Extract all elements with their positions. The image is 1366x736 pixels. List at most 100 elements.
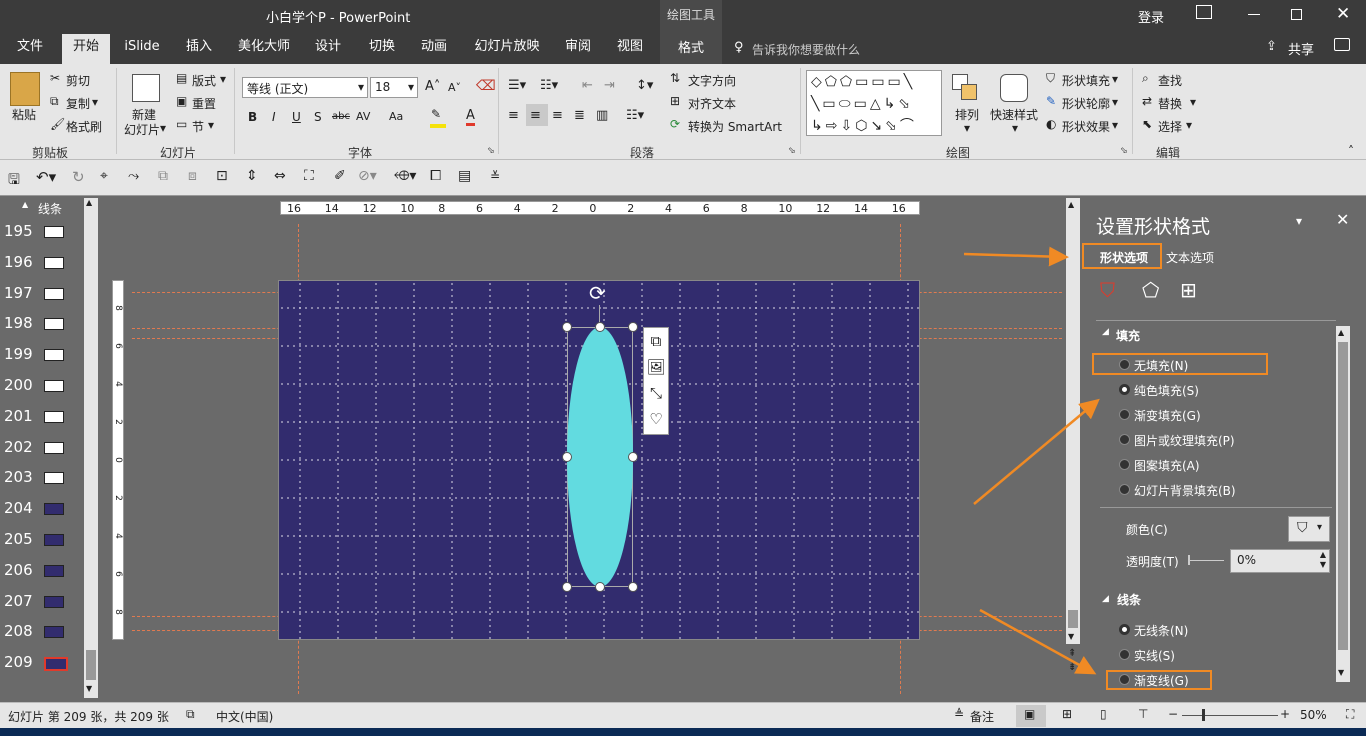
zoom-slider[interactable] xyxy=(1182,709,1278,721)
font-name-combo[interactable]: 等线 (正文) ▾ xyxy=(242,77,368,98)
cut-button[interactable]: 剪切 xyxy=(66,72,90,89)
heart-icon[interactable]: ♡ xyxy=(644,406,668,432)
tab-review[interactable]: 审阅 xyxy=(558,38,598,64)
slide-number[interactable]: 197 xyxy=(4,284,34,302)
shape-outline-qat-icon[interactable]: ⊘▾ xyxy=(358,168,377,184)
thumbnail-scrollbar[interactable]: ▲ ▼ xyxy=(84,198,98,698)
increase-indent-icon[interactable]: ⇥ xyxy=(604,78,615,93)
slide[interactable]: ⟳ ⧉ 🖼 ⤡ ♡ xyxy=(278,280,920,640)
pane-scrollbar[interactable]: ▲ ▼ xyxy=(1336,326,1350,682)
shape-effects-button[interactable]: 形状效果 xyxy=(1062,118,1110,135)
slide-thumbnail[interactable] xyxy=(44,564,64,577)
chevron-down-icon[interactable]: ▾ xyxy=(1317,522,1322,533)
login-link[interactable]: 登录 xyxy=(1138,7,1164,26)
zoom-in-icon[interactable]: + xyxy=(1280,707,1290,721)
justify-icon[interactable]: ≣ xyxy=(574,108,585,123)
slide-thumbnail[interactable] xyxy=(44,534,64,546)
section-button[interactable]: 节 xyxy=(192,118,204,135)
shadow-button[interactable]: S xyxy=(314,110,322,124)
slide-number[interactable]: 198 xyxy=(4,314,34,332)
slide-number[interactable]: 195 xyxy=(4,222,34,240)
tab-transitions[interactable]: 切换 xyxy=(362,38,402,64)
reading-view-icon[interactable]: ▯ xyxy=(1100,707,1107,721)
format-painter-icon[interactable]: ✐ xyxy=(334,168,346,184)
tab-file[interactable]: 文件 xyxy=(10,38,50,64)
underline-button[interactable]: U xyxy=(292,110,301,124)
columns-icon[interactable]: ☷▾ xyxy=(626,108,644,123)
slide-thumbnail[interactable] xyxy=(44,472,64,485)
bold-button[interactable]: B xyxy=(248,110,257,124)
distribute-icon[interactable]: ⇕ xyxy=(246,168,258,184)
tell-me-search[interactable]: 告诉我你想要做什么 xyxy=(752,41,860,58)
prev-slide-icon[interactable]: ⇞ xyxy=(1068,648,1076,659)
chevron-down-icon[interactable]: ▾ xyxy=(1012,121,1018,135)
rotate-handle-icon[interactable]: ⟳ xyxy=(589,281,606,305)
horizontal-ruler[interactable]: 16 14 12 10 8 6 4 2 0 2 4 6 8 10 12 14 16 xyxy=(280,201,920,215)
slide-thumbnail-selected[interactable] xyxy=(44,657,68,672)
qat-tool-icon[interactable]: ⌖ xyxy=(100,168,108,184)
tab-slideshow[interactable]: 幻灯片放映 xyxy=(470,38,544,64)
clear-formatting-icon[interactable]: ⌫ xyxy=(476,78,496,94)
slide-thumbnail[interactable] xyxy=(44,318,64,331)
save-icon[interactable]: 🖫 xyxy=(8,169,20,193)
scroll-down-icon[interactable]: ▼ xyxy=(1338,668,1344,677)
text-direction-button[interactable]: 文字方向 xyxy=(688,72,736,89)
language-indicator[interactable]: 中文(中国) xyxy=(216,708,273,725)
spellcheck-icon[interactable]: ⧉ xyxy=(186,707,195,722)
transparency-input[interactable]: 0% ▲ ▼ xyxy=(1230,549,1330,573)
undo-icon[interactable]: ↶▾ xyxy=(36,168,56,186)
slide-number[interactable]: 199 xyxy=(4,345,34,363)
slide-number[interactable]: 207 xyxy=(4,592,34,610)
crop-icon[interactable]: ⧠ xyxy=(430,168,441,184)
notes-button[interactable]: 备注 xyxy=(970,708,994,725)
new-slide-label-2[interactable]: 幻灯片 xyxy=(124,121,160,138)
slide-thumbnail[interactable] xyxy=(44,410,64,423)
scroll-up-icon[interactable]: ▲ xyxy=(86,198,92,207)
font-size-combo[interactable]: 18 ▾ xyxy=(370,77,418,98)
highlighter-icon[interactable]: ✎ xyxy=(431,107,441,121)
replace-button[interactable]: 替换 xyxy=(1158,95,1182,112)
slide-number[interactable]: 208 xyxy=(4,622,34,640)
new-slide-icon[interactable] xyxy=(132,74,160,102)
decrease-indent-icon[interactable]: ⇤ xyxy=(582,78,593,93)
slide-thumbnail[interactable] xyxy=(44,626,64,639)
share-icon[interactable]: ⇪ xyxy=(1266,39,1277,54)
slide-thumbnail[interactable] xyxy=(44,226,64,238)
slide-sorter-icon[interactable]: ⊞ xyxy=(1062,707,1072,721)
edit-shape-icon[interactable]: ⬲▾ xyxy=(394,168,416,184)
share-button[interactable]: 共享 xyxy=(1288,39,1314,58)
slideshow-icon[interactable]: ⊤ xyxy=(1138,707,1148,721)
tab-design[interactable]: 设计 xyxy=(308,38,348,64)
slide-thumbnail[interactable] xyxy=(44,503,64,516)
textbox-icon[interactable]: ▤ xyxy=(458,168,471,184)
shape-styles-icon[interactable]: ⧉ xyxy=(644,328,668,354)
tab-home[interactable]: 开始 xyxy=(62,34,110,64)
fill-section-header[interactable]: 填充 xyxy=(1116,327,1140,344)
resize-handle[interactable] xyxy=(628,322,638,332)
radio-button[interactable] xyxy=(1119,624,1130,635)
vertical-ruler[interactable]: 8 6 4 2 0 2 4 6 8 xyxy=(112,280,124,640)
layout-button[interactable]: 版式 xyxy=(192,72,216,89)
ribbon-display-icon[interactable] xyxy=(1196,5,1212,19)
tab-islide[interactable]: iSlide xyxy=(120,38,164,64)
strikethrough-button[interactable]: abc xyxy=(332,111,350,122)
slide-number[interactable]: 205 xyxy=(4,530,34,548)
slide-thumbnail[interactable] xyxy=(44,380,64,392)
ellipse-shape[interactable] xyxy=(567,327,633,587)
line-section-header[interactable]: 线条 xyxy=(1117,591,1141,608)
fill-option-label[interactable]: 图片或纹理填充(P) xyxy=(1134,432,1235,449)
section-dropdown-icon[interactable]: ▾ xyxy=(208,118,214,132)
qat-tool-icon[interactable]: ⤳ xyxy=(128,168,139,184)
fill-option-label[interactable]: 渐变填充(G) xyxy=(1134,407,1201,424)
fill-color-picker[interactable]: ⛉ ▾ xyxy=(1288,516,1330,542)
redo-icon[interactable]: ↻ xyxy=(72,168,85,186)
slide-number[interactable]: 206 xyxy=(4,561,34,579)
font-color-icon[interactable]: A xyxy=(466,108,475,126)
format-painter-button[interactable]: 格式刷 xyxy=(66,118,102,135)
numbering-icon[interactable]: ☷▾ xyxy=(540,78,558,93)
align-right-icon[interactable]: ≡ xyxy=(552,108,563,123)
transparency-slider[interactable] xyxy=(1188,555,1224,565)
resize-handle[interactable] xyxy=(562,452,572,462)
effects-icon[interactable]: ⬠ xyxy=(1142,278,1159,302)
next-slide-icon[interactable]: ⇟ xyxy=(1068,662,1076,673)
